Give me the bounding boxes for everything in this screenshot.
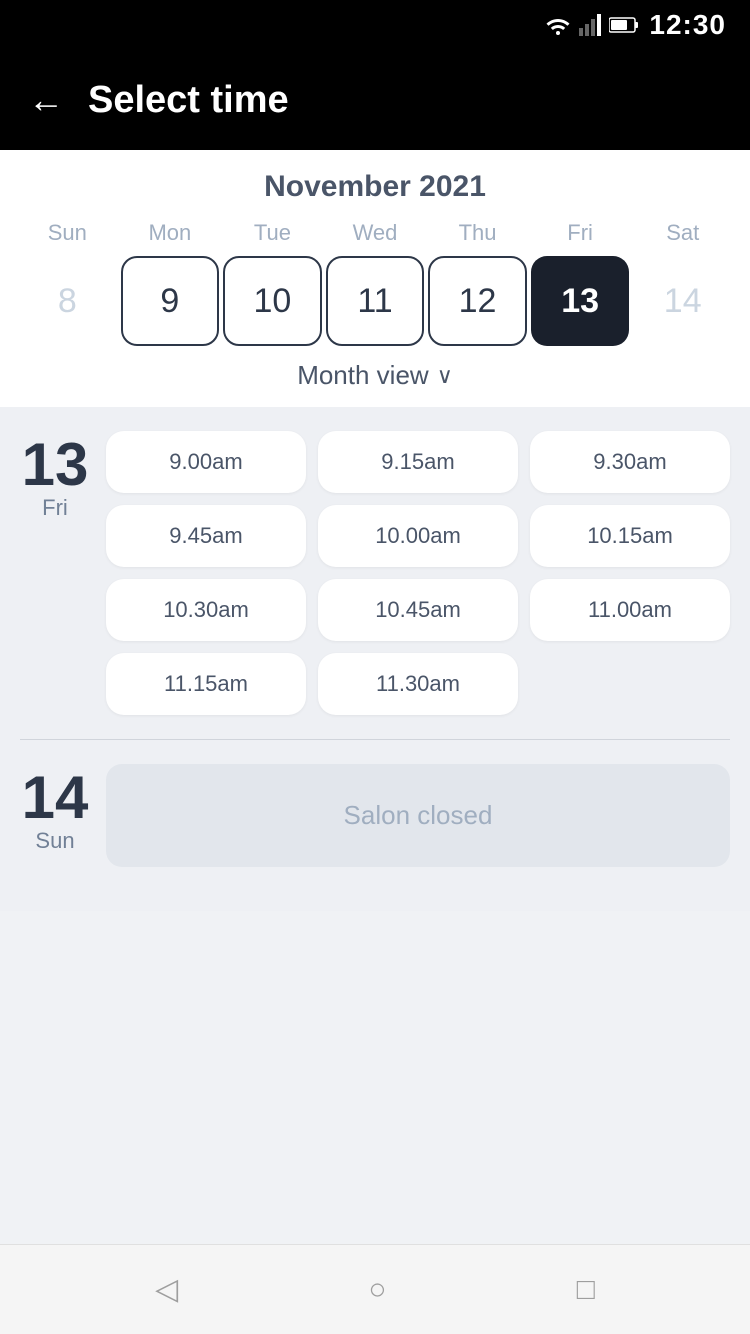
slot-1030am[interactable]: 10.30am xyxy=(106,579,306,641)
weekday-thu: Thu xyxy=(426,220,529,246)
closed-box-14: Salon closed xyxy=(106,764,730,867)
slot-1045am[interactable]: 10.45am xyxy=(318,579,518,641)
slot-1130am[interactable]: 11.30am xyxy=(318,653,518,715)
slot-1015am[interactable]: 10.15am xyxy=(530,505,730,567)
slot-945am[interactable]: 9.45am xyxy=(106,505,306,567)
day-name-13: Fri xyxy=(42,495,68,521)
month-view-label: Month view xyxy=(297,360,429,391)
battery-icon xyxy=(609,16,639,34)
nav-bar: ◁ ○ □ xyxy=(0,1244,750,1334)
days-row: 8 9 10 11 12 13 14 xyxy=(16,256,734,346)
weekday-wed: Wed xyxy=(324,220,427,246)
day-name-14: Sun xyxy=(35,828,74,854)
day-number-col-13: 13 Fri xyxy=(20,431,90,521)
weekday-sat: Sat xyxy=(631,220,734,246)
day-12[interactable]: 12 xyxy=(428,256,527,346)
weekday-tue: Tue xyxy=(221,220,324,246)
month-view-toggle[interactable]: Month view ∨ xyxy=(16,346,734,395)
month-label: November 2021 xyxy=(16,170,734,204)
status-time: 12:30 xyxy=(649,9,726,41)
day-block-13: 13 Fri 9.00am 9.15am 9.30am 9.45am 10.00… xyxy=(20,431,730,715)
day-block-14: 14 Sun Salon closed xyxy=(20,739,730,867)
wifi-icon xyxy=(545,15,571,35)
day-row-14: 14 Sun Salon closed xyxy=(20,764,730,867)
timeslot-section: 13 Fri 9.00am 9.15am 9.30am 9.45am 10.00… xyxy=(0,407,750,911)
slot-1100am[interactable]: 11.00am xyxy=(530,579,730,641)
day-number-14: 14 xyxy=(22,768,89,828)
weekday-sun: Sun xyxy=(16,220,119,246)
day-number-13: 13 xyxy=(22,435,89,495)
day-number-col-14: 14 Sun xyxy=(20,764,90,854)
weekdays-row: Sun Mon Tue Wed Thu Fri Sat xyxy=(16,220,734,246)
day-14[interactable]: 14 xyxy=(633,256,732,346)
day-9[interactable]: 9 xyxy=(121,256,220,346)
weekday-fri: Fri xyxy=(529,220,632,246)
back-button[interactable]: ← xyxy=(28,82,64,118)
closed-text-14: Salon closed xyxy=(344,800,493,831)
nav-back-icon[interactable]: ◁ xyxy=(155,1272,178,1307)
day-row-13: 13 Fri 9.00am 9.15am 9.30am 9.45am 10.00… xyxy=(20,431,730,715)
header: ← Select time xyxy=(0,50,750,150)
day-11[interactable]: 11 xyxy=(326,256,425,346)
slot-1115am[interactable]: 11.15am xyxy=(106,653,306,715)
day-10[interactable]: 10 xyxy=(223,256,322,346)
day-13[interactable]: 13 xyxy=(531,256,630,346)
nav-recent-icon[interactable]: □ xyxy=(577,1273,595,1307)
status-bar: 12:30 xyxy=(0,0,750,50)
slot-1000am[interactable]: 10.00am xyxy=(318,505,518,567)
day-8[interactable]: 8 xyxy=(18,256,117,346)
status-icons xyxy=(545,14,639,36)
page-title: Select time xyxy=(88,79,289,122)
nav-home-icon[interactable]: ○ xyxy=(368,1273,386,1307)
slots-grid-13: 9.00am 9.15am 9.30am 9.45am 10.00am 10.1… xyxy=(106,431,730,715)
chevron-down-icon: ∨ xyxy=(437,363,453,389)
slot-930am[interactable]: 9.30am xyxy=(530,431,730,493)
weekday-mon: Mon xyxy=(119,220,222,246)
calendar-section: November 2021 Sun Mon Tue Wed Thu Fri Sa… xyxy=(0,150,750,407)
slot-900am[interactable]: 9.00am xyxy=(106,431,306,493)
signal-icon xyxy=(579,14,601,36)
slot-915am[interactable]: 9.15am xyxy=(318,431,518,493)
